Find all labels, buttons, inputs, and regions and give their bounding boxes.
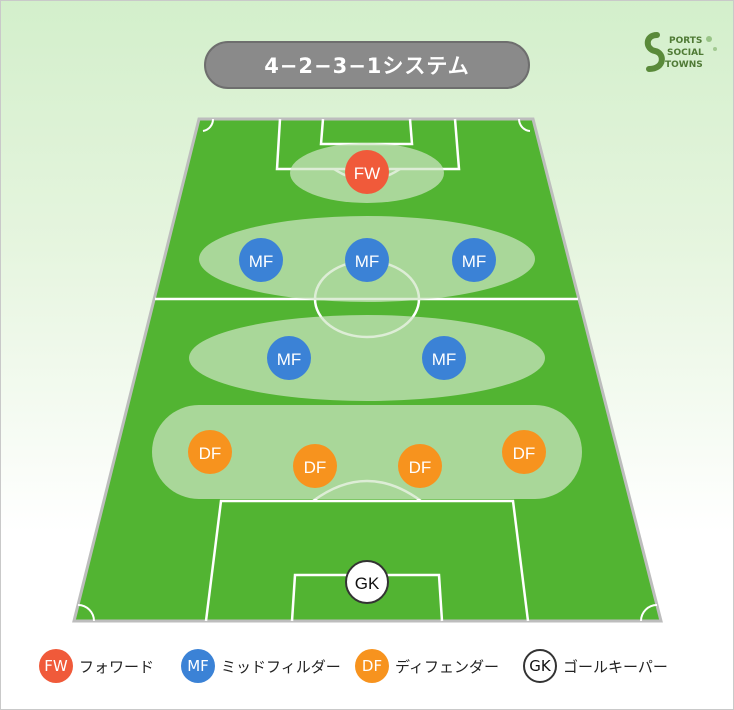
df-player: DF xyxy=(502,430,546,474)
svg-text:MF: MF xyxy=(277,350,302,369)
legend: FW フォワード MF ミッドフィルダー DF ディフェンダー GK ゴールキー… xyxy=(1,648,733,684)
fw-badge: FW xyxy=(39,649,73,683)
svg-text:MF: MF xyxy=(249,252,274,271)
sports-social-towns-logo: PORTS SOCIAL TOWNS xyxy=(644,32,717,72)
svg-text:GK: GK xyxy=(355,574,380,593)
legend-label: ゴールキーパー xyxy=(563,657,668,676)
diagram-frame: FW MF MF MF MF MF DF DF DF DF GK 4−2−3−1… xyxy=(0,0,734,710)
mf-player: MF xyxy=(345,238,389,282)
gk-player: GK xyxy=(345,560,389,604)
svg-text:PORTS: PORTS xyxy=(669,36,702,46)
svg-text:DF: DF xyxy=(199,444,222,463)
svg-text:DF: DF xyxy=(409,458,432,477)
mf-player: MF xyxy=(267,336,311,380)
svg-text:TOWNS: TOWNS xyxy=(665,60,703,70)
legend-item-df: DF ディフェンダー xyxy=(355,648,499,684)
mf-player: MF xyxy=(422,336,466,380)
mf-player: MF xyxy=(452,238,496,282)
legend-label: ミッドフィルダー xyxy=(221,657,341,676)
fw-player: FW xyxy=(345,150,389,194)
legend-label: ディフェンダー xyxy=(395,657,499,676)
mf-mid-zone xyxy=(189,315,545,401)
legend-item-fw: FW フォワード xyxy=(39,648,154,684)
legend-label: フォワード xyxy=(79,657,155,676)
formation-title: 4−2−3−1システム xyxy=(204,41,530,89)
legend-item-mf: MF ミッドフィルダー xyxy=(181,648,341,684)
svg-text:MF: MF xyxy=(462,252,487,271)
mf-badge: MF xyxy=(181,649,215,683)
svg-text:SOCIAL: SOCIAL xyxy=(667,48,704,58)
soccer-pitch: FW MF MF MF MF MF DF DF DF DF GK xyxy=(72,117,663,623)
legend-item-gk: GK ゴールキーパー xyxy=(523,648,668,684)
df-player: DF xyxy=(293,444,337,488)
svg-text:DF: DF xyxy=(304,458,327,477)
df-player: DF xyxy=(398,444,442,488)
df-badge: DF xyxy=(355,649,389,683)
mf-player: MF xyxy=(239,238,283,282)
df-player: DF xyxy=(188,430,232,474)
svg-text:DF: DF xyxy=(513,444,536,463)
svg-text:MF: MF xyxy=(355,252,380,271)
svg-text:FW: FW xyxy=(354,164,380,183)
svg-text:MF: MF xyxy=(432,350,457,369)
gk-badge: GK xyxy=(523,649,557,683)
